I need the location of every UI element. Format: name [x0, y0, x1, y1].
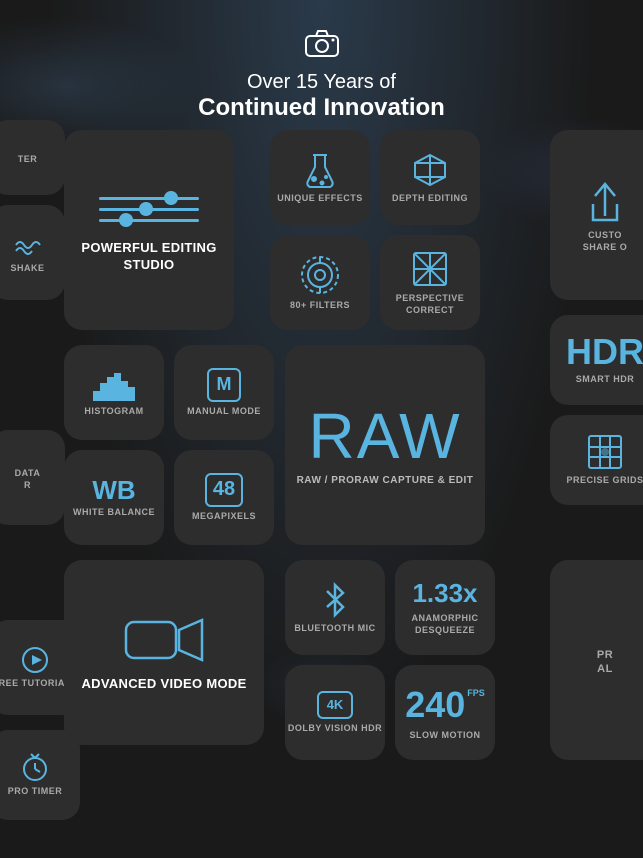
knob-2 — [139, 202, 153, 216]
slider-1 — [99, 197, 199, 200]
tile-pro-alert[interactable]: PRAL — [550, 560, 643, 760]
tile-editing-studio[interactable]: POWERFUL EDITING STUDIO — [64, 130, 234, 330]
raw-text: RAW — [309, 404, 462, 468]
bluetooth-label: BLUETOOTH MIC — [294, 623, 375, 635]
tile-dolby-vision[interactable]: 4K DOLBY VISION HDR — [285, 665, 385, 760]
video-label: ADVANCED VIDEO MODE — [81, 676, 246, 693]
header-title: Continued Innovation — [0, 94, 643, 122]
tile-white-balance[interactable]: WB WHITE BALANCE — [64, 450, 164, 545]
perspective-icon — [410, 249, 450, 289]
timer-icon — [20, 752, 50, 782]
histogram-icon — [92, 368, 136, 402]
data-label: DATAR — [15, 468, 41, 491]
histogram-label: HISTOGRAM — [84, 406, 143, 418]
mp-number: 48 — [213, 478, 235, 501]
4k-icon: 4K — [317, 691, 353, 719]
megapixels-label: MEGAPIXELS — [192, 511, 256, 523]
tile-advanced-video[interactable]: ADVANCED VIDEO MODE — [64, 560, 264, 745]
shake-icon — [12, 231, 44, 259]
tile-custom-share[interactable]: CUSTOSHARE O — [550, 130, 643, 300]
camera-icon — [0, 28, 643, 65]
fps-label: FPS — [467, 688, 485, 698]
tile-manual-mode[interactable]: M MANUAL MODE — [174, 345, 274, 440]
dolby-label: DOLBY VISION HDR — [288, 723, 382, 735]
manual-icon: M — [207, 368, 241, 402]
slowmo-number: 240 — [405, 684, 465, 726]
filters-icon — [299, 254, 341, 296]
slider-2 — [99, 208, 199, 211]
slowmo-display: 240 FPS — [405, 684, 485, 726]
slider-3 — [99, 219, 199, 222]
tile-bluetooth-mic[interactable]: BLUETOOTH MIC — [285, 560, 385, 655]
knob-3 — [119, 213, 133, 227]
grids-label: PRECISE GRIDS — [566, 475, 643, 487]
bluetooth-icon — [321, 581, 349, 619]
depth-label: DEPTH EDITING — [392, 193, 468, 205]
flask-icon — [304, 151, 336, 189]
hdr-label: SMART HDR — [576, 374, 635, 386]
anamorphic-number: 1.33x — [412, 578, 477, 609]
tile-megapixels[interactable]: 48 MEGAPIXELS — [174, 450, 274, 545]
ter-label: TER — [18, 154, 38, 166]
tile-hdr[interactable]: HDR SMART HDR — [550, 315, 643, 405]
filters-label: 80+ FILTERS — [290, 300, 350, 312]
play-icon — [21, 646, 49, 674]
tile-ter[interactable]: TER — [0, 120, 65, 195]
tile-depth-editing[interactable]: DEPTH EDITING — [380, 130, 480, 225]
protimer-label: PRO TIMER — [8, 786, 63, 798]
tile-histogram[interactable]: HISTOGRAM — [64, 345, 164, 440]
custom-label: CUSTOSHARE O — [583, 230, 628, 253]
hdr-text: HDR — [566, 334, 643, 370]
mp-box: 48 — [205, 473, 243, 507]
editing-label: POWERFUL EDITING STUDIO — [64, 240, 234, 274]
raw-label: RAW / PRORAW CAPTURE & EDIT — [297, 474, 474, 487]
tile-anamorphic[interactable]: 1.33x ANAMORPHIC DESQUEEZE — [395, 560, 495, 655]
proal-label: PRAL — [597, 648, 613, 677]
tile-pro-timer[interactable]: PRO TIMER — [0, 730, 80, 820]
grids-icon — [586, 433, 624, 471]
wb-label: WHITE BALANCE — [73, 507, 155, 519]
tile-unique-effects[interactable]: UNIQUE EFFECTS — [270, 130, 370, 225]
tile-raw[interactable]: RAW RAW / PRORAW CAPTURE & EDIT — [285, 345, 485, 545]
tile-slow-motion[interactable]: 240 FPS SLOW MOTION — [395, 665, 495, 760]
header-subtitle: Over 15 Years of — [0, 71, 643, 94]
m-box: M — [207, 368, 241, 402]
tile-shake[interactable]: SHAKE — [0, 205, 65, 300]
video-icon — [124, 612, 204, 668]
knob-1 — [164, 191, 178, 205]
4k-box: 4K — [317, 691, 353, 719]
main-content: Over 15 Years of Continued Innovation PO… — [0, 0, 643, 858]
slowmo-label: SLOW MOTION — [410, 730, 481, 742]
manual-label: MANUAL MODE — [187, 406, 261, 418]
sliders-icon — [89, 187, 209, 232]
tile-data[interactable]: DATAR — [0, 430, 65, 525]
tile-perspective[interactable]: PERSPECTIVE CORRECT — [380, 235, 480, 330]
features-grid: POWERFUL EDITING STUDIO SHAKE TER — [0, 130, 643, 858]
anamorphic-label: ANAMORPHIC DESQUEEZE — [395, 613, 495, 636]
tile-filters[interactable]: 80+ FILTERS — [270, 235, 370, 330]
header: Over 15 Years of Continued Innovation — [0, 0, 643, 140]
wb-text: WB — [92, 477, 135, 503]
tile-precise-grids[interactable]: PRECISE GRIDS — [550, 415, 643, 505]
cube-icon — [411, 151, 449, 189]
perspective-label: PERSPECTIVE CORRECT — [380, 293, 480, 316]
shake-label: SHAKE — [10, 263, 44, 275]
share-icon — [585, 176, 625, 226]
unique-label: UNIQUE EFFECTS — [277, 193, 363, 205]
